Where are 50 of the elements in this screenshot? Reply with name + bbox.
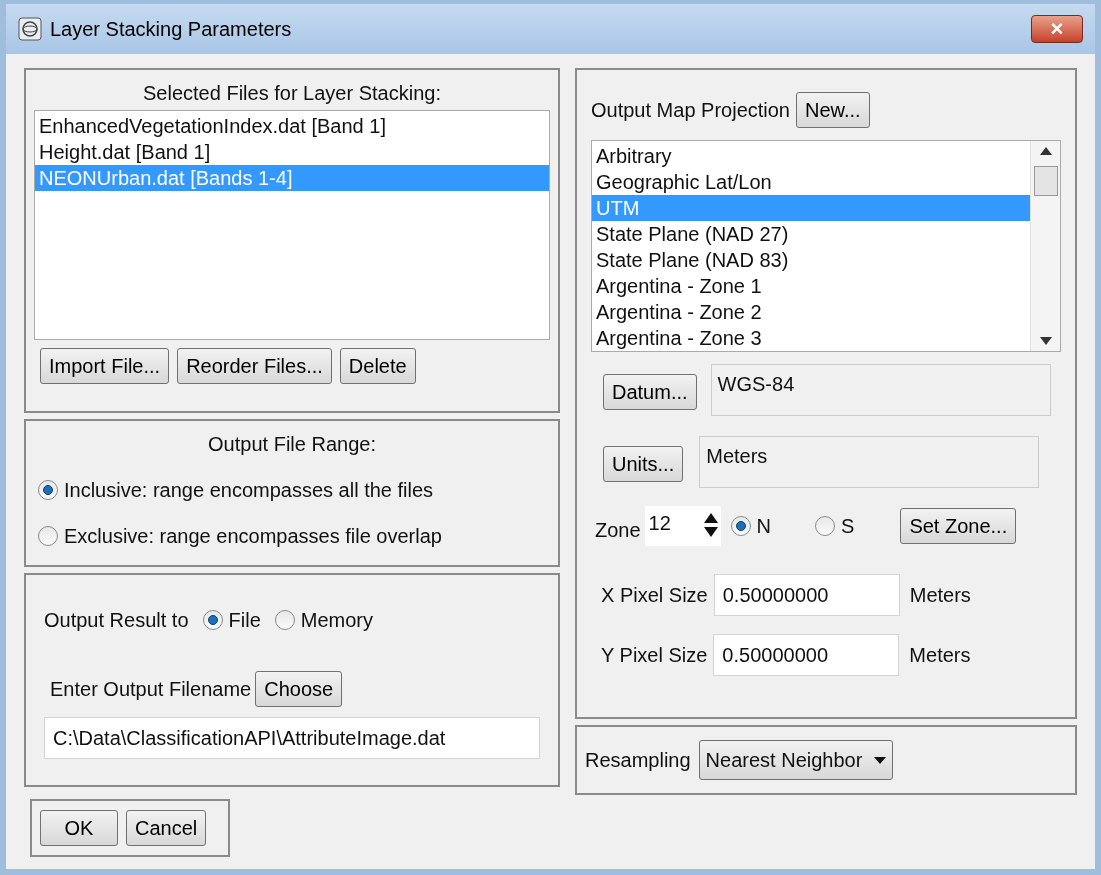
output-label: Output Result to <box>44 608 189 633</box>
hemisphere-option[interactable]: S <box>815 511 855 541</box>
scroll-down-icon[interactable] <box>1039 337 1052 345</box>
projection-item[interactable]: Argentina - Zone 1 <box>592 273 1030 299</box>
zone-label: Zone <box>595 518 641 543</box>
projection-item[interactable]: State Plane (NAD 27) <box>592 221 1030 247</box>
pixel-size-label: X Pixel Size <box>601 583 708 608</box>
pixel-size-label: Y Pixel Size <box>601 643 708 668</box>
projection-item[interactable]: Geographic Lat/Lon <box>592 169 1030 195</box>
pixel-size-units: Meters <box>909 583 971 608</box>
resampling-label: Resampling <box>585 748 691 773</box>
pixel-size-units: Meters <box>909 643 971 668</box>
output-option[interactable]: File <box>202 605 261 635</box>
datum-button[interactable]: Datum... <box>603 374 697 410</box>
range-title: Output File Range: <box>207 432 377 457</box>
projection-item[interactable]: Argentina - Zone 3 <box>592 325 1030 351</box>
scroll-up-icon[interactable] <box>1039 147 1052 155</box>
window-title: Layer Stacking Parameters <box>50 17 292 42</box>
units-button[interactable]: Units... <box>603 446 684 482</box>
scroll-thumb[interactable] <box>1033 166 1058 196</box>
zone-spinner[interactable]: 12 <box>644 506 721 546</box>
range-option[interactable]: Exclusive: range encompasses file overlap <box>38 521 546 551</box>
caret-icon <box>874 756 887 764</box>
projection-label: Output Map Projection <box>591 98 790 123</box>
pixel-size-field[interactable]: 0.50000000 <box>713 574 900 616</box>
projection-item[interactable]: Argentina - Zone 2 <box>592 299 1030 325</box>
resampling-dropdown[interactable]: Nearest Neighbor <box>698 740 894 780</box>
scrollbar[interactable] <box>1030 141 1060 351</box>
datum-value: WGS-84 <box>710 364 1051 416</box>
hemisphere-option[interactable]: N <box>730 511 772 541</box>
file-item[interactable]: EnhancedVegetationIndex.dat [Band 1] <box>35 113 549 139</box>
file-button[interactable]: Reorder Files... <box>177 348 332 384</box>
choose-button[interactable]: Choose <box>255 671 343 707</box>
file-button[interactable]: Delete <box>339 348 416 384</box>
filename-label: Enter Output Filename <box>50 677 252 702</box>
units-value: Meters <box>699 436 1040 488</box>
set-zone-button[interactable]: Set Zone... <box>900 508 1017 544</box>
dialog-button[interactable]: Cancel <box>126 810 207 846</box>
app-icon <box>18 17 42 41</box>
pixel-size-field[interactable]: 0.50000000 <box>713 634 900 676</box>
file-button[interactable]: Import File... <box>40 348 170 384</box>
new-button[interactable]: New... <box>796 92 870 128</box>
filename-field[interactable]: C:\Data\ClassificationAPI\AttributeImage.dat <box>44 717 540 759</box>
output-option[interactable]: Memory <box>274 605 373 635</box>
range-option[interactable]: Inclusive: range encompasses all the files <box>38 475 546 505</box>
projection-item[interactable]: State Plane (NAD 83) <box>592 247 1030 273</box>
file-item[interactable]: Height.dat [Band 1] <box>35 139 549 165</box>
files-title: Selected Files for Layer Stacking: <box>142 81 442 106</box>
projection-item[interactable]: Arbitrary <box>592 143 1030 169</box>
dialog-button[interactable]: OK <box>40 810 118 846</box>
